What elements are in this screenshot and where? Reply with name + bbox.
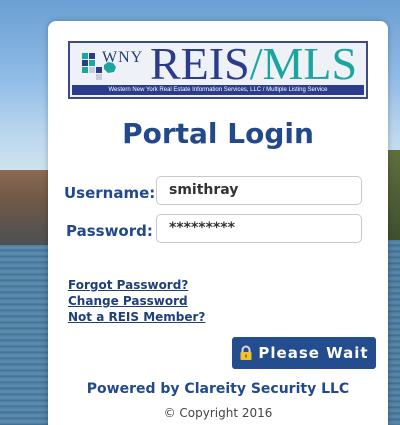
change-password-link[interactable]: Change Password <box>68 294 188 308</box>
copyright-text: © Copyright 2016 <box>163 406 273 420</box>
powered-by-text: Powered by Clareity Security LLC <box>86 381 350 397</box>
page-title: Portal Login <box>122 117 314 150</box>
reis-mls-logo: WNY REIS/MLS Western New York Real Estat… <box>68 41 368 99</box>
background-water <box>0 245 50 425</box>
password-label: Password: <box>66 222 153 240</box>
background-water-right <box>386 240 400 425</box>
logo-tagline: Western New York Real Estate Information… <box>72 85 364 95</box>
logo-prefix: WNY <box>102 49 144 66</box>
submit-button[interactable]: Please Wait <box>232 337 376 369</box>
login-card: WNY REIS/MLS Western New York Real Estat… <box>48 21 388 425</box>
username-field[interactable]: smithray <box>156 176 362 205</box>
submit-button-label: Please Wait <box>258 344 369 362</box>
password-field[interactable]: ********* <box>156 214 362 243</box>
background-city-skyline <box>0 170 50 250</box>
not-member-link[interactable]: Not a REIS Member? <box>68 310 205 324</box>
background-tree <box>386 150 400 240</box>
username-label: Username: <box>64 184 156 202</box>
logo-suffix-text: /MLS <box>249 38 358 89</box>
logo-main-text: REIS <box>150 38 250 89</box>
forgot-password-link[interactable]: Forgot Password? <box>68 278 188 292</box>
logo-title: REIS/MLS <box>150 41 357 87</box>
lock-icon <box>240 345 252 360</box>
